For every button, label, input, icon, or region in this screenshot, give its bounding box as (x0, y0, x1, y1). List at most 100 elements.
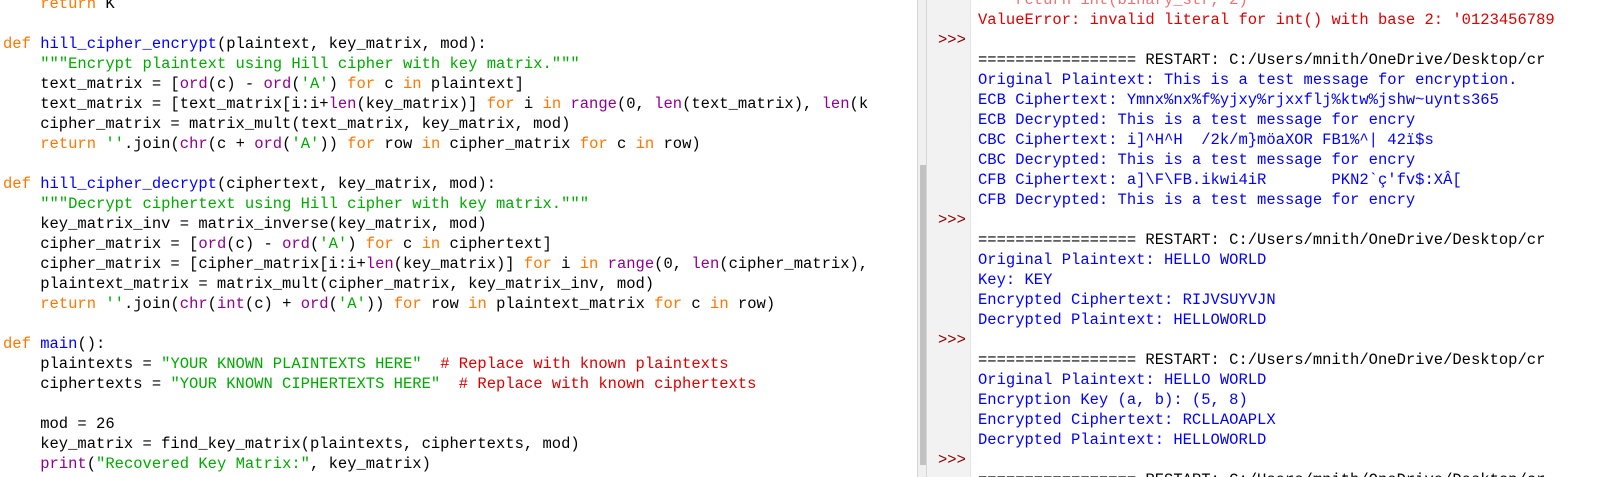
code-token: ) (329, 75, 348, 93)
shell-prompt-line: >>> (978, 210, 1555, 230)
code-token: len (691, 255, 719, 273)
code-token: 'A' (291, 135, 319, 153)
code-token: chr (180, 295, 208, 313)
shell-output-line: Original Plaintext: This is a test messa… (978, 70, 1555, 90)
shell-text: Original Plaintext: This is a test messa… (978, 71, 1518, 89)
code-token: ord (198, 235, 226, 253)
code-token: row (422, 295, 469, 313)
code-line: """Decrypt ciphertext using Hill cipher … (3, 194, 868, 214)
code-token: for (580, 135, 608, 153)
code-token: (k (850, 95, 869, 113)
code-line: text_matrix = [text_matrix[i:i+ len (key_m… (3, 94, 868, 114)
code-token: plaintexts = (3, 355, 161, 373)
code-token: in (580, 255, 599, 273)
code-token: 'A' (338, 295, 366, 313)
code-token: return (40, 0, 96, 13)
code-token: len (822, 95, 850, 113)
code-token: 'A' (319, 235, 347, 253)
shell-output-line: Key: KEY (978, 270, 1555, 290)
code-token (440, 375, 459, 393)
shell-prompt-line: >>> (978, 330, 1555, 350)
code-token: '' (105, 135, 124, 153)
code-editor[interactable]: return Kdef hill_cipher_encrypt(plaintex… (0, 0, 917, 477)
prompt-marker: >>> (938, 330, 966, 350)
code-token: )) (366, 295, 394, 313)
shell-output-line: ECB Decrypted: This is a test message fo… (978, 110, 1555, 130)
code-token: for (347, 75, 375, 93)
shell-prompt-gutter (927, 0, 971, 477)
code-token (3, 295, 40, 313)
code-token: c (608, 135, 636, 153)
shell-text: Key: KEY (978, 271, 1052, 289)
code-line: text_matrix = [ord(c) - ord('A') for c i… (3, 74, 868, 94)
shell-output[interactable]: return int(binary_str, 2) ValueError: inv… (978, 0, 1555, 477)
code-line: ciphertexts = "YOUR KNOWN CIPHERTEXTS HE… (3, 374, 868, 394)
code-token: cipher_matrix = [ (3, 235, 198, 253)
code-line: mod = 26 (3, 414, 868, 434)
code-token: in (422, 235, 441, 253)
code-token: ciphertexts = (3, 375, 170, 393)
code-token: row) (654, 135, 701, 153)
code-token: in (543, 95, 562, 113)
code-token: "Recovered Key Matrix:" (96, 455, 310, 473)
code-token: , key_matrix) (310, 455, 431, 473)
code-token: text_matrix = [text_matrix[i:i+ (3, 95, 329, 113)
code-line (3, 394, 868, 414)
code-token: c (682, 295, 710, 313)
code-token: ord (301, 295, 329, 313)
shell-prompt-line: >>> (978, 30, 1555, 50)
code-line: key_matrix = find_key_matrix(plaintexts,… (3, 434, 868, 454)
editor-text[interactable]: return Kdef hill_cipher_encrypt(plaintex… (3, 0, 868, 474)
shell-output-line: Encrypted Ciphertext: RIJVSUYVJN (978, 290, 1555, 310)
code-line: def main(): (3, 334, 868, 354)
code-token: for (394, 295, 422, 313)
code-line (3, 314, 868, 334)
code-token: ( (87, 455, 96, 473)
shell-output-line: Decrypted Plaintext: HELLOWORLD (978, 310, 1555, 330)
code-token (31, 335, 40, 353)
shell-output-line: CBC Decrypted: This is a test message fo… (978, 150, 1555, 170)
code-token: in (403, 75, 422, 93)
shell-output-line: Original Plaintext: HELLO WORLD (978, 250, 1555, 270)
shell-text: return int(binary_str, 2) (978, 0, 1248, 9)
shell-text: CBC Ciphertext: i]^H^H /2k/m}möaXOR … (978, 131, 1434, 149)
code-token (3, 55, 40, 73)
shell-text: ECB Decrypted: This is a test message fo… (978, 111, 1415, 129)
code-token: )) (319, 135, 347, 153)
code-token: row) (729, 295, 776, 313)
code-token: mod = 26 (3, 415, 115, 433)
shell-text: ECB Ciphertext: Ymnx%nx%f%yjxy%rjxxflj%k… (978, 91, 1499, 109)
code-line: plaintext_matrix = matrix_mult(cipher_ma… (3, 274, 868, 294)
code-token: in (710, 295, 729, 313)
code-token: plaintext_matrix = matrix_mult(cipher_ma… (3, 275, 654, 293)
code-token: ord (282, 235, 310, 253)
code-token: cipher_matrix (440, 135, 580, 153)
prompt-marker: >>> (938, 30, 966, 50)
code-token: for (524, 255, 552, 273)
code-token: len (654, 95, 682, 113)
code-line: return ''.join(chr(int(c) + ord('A')) fo… (3, 294, 868, 314)
code-line (3, 154, 868, 174)
code-token: for (347, 135, 375, 153)
code-token: 'A' (301, 75, 329, 93)
code-token (3, 0, 40, 13)
code-token: # Replace with known plaintexts (440, 355, 728, 373)
prompt-marker: >>> (938, 450, 966, 470)
code-token: (cipher_matrix), (719, 255, 868, 273)
shell-output-line: return int(binary_str, 2) (978, 0, 1555, 10)
editor-scrollbar-thumb[interactable] (920, 165, 926, 465)
shell-text: Encrypted Ciphertext: RIJVSUYVJN (978, 291, 1276, 309)
shell-text: Decrypted Plaintext: HELLOWORLD (978, 431, 1266, 449)
code-token: (key_matrix)] (356, 95, 486, 113)
code-token: return (40, 135, 96, 153)
shell-prompt-line: >>> (978, 450, 1555, 470)
code-token: print (40, 455, 87, 473)
code-token: (c) + (245, 295, 301, 313)
code-token: in (468, 295, 487, 313)
python-shell[interactable]: return int(binary_str, 2) ValueError: inv… (927, 0, 1605, 477)
code-token: len (366, 255, 394, 273)
shell-text: Encrypted Ciphertext: RCLLAOAPLX (978, 411, 1276, 429)
code-token: (0, (654, 255, 691, 273)
code-token: "YOUR KNOWN PLAINTEXTS HERE" (161, 355, 421, 373)
code-token: (text_matrix), (682, 95, 822, 113)
